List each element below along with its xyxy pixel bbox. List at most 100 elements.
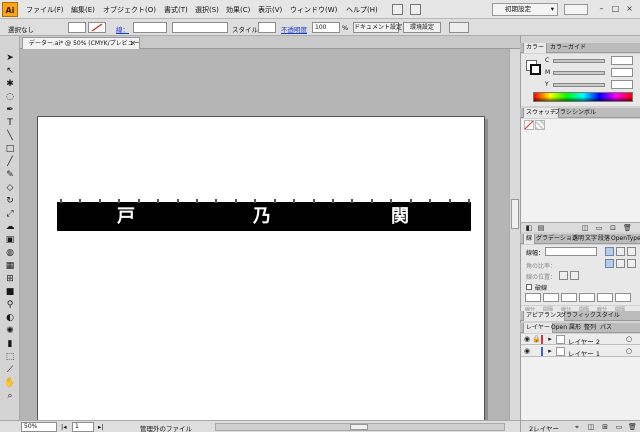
paintbrush-tool-icon[interactable]: ╱	[3, 156, 17, 168]
tab-symbols[interactable]: シンボル	[570, 108, 598, 118]
join-round-icon[interactable]	[616, 259, 625, 268]
perspective-tool-icon[interactable]: ▦	[3, 260, 17, 272]
gap-1[interactable]	[543, 293, 559, 302]
lock-icon[interactable]: 🔒	[532, 335, 541, 343]
bridge-icon[interactable]	[392, 4, 403, 15]
zoom-tool-icon[interactable]: ⌕	[3, 390, 17, 402]
first-artboard-icon[interactable]: |◂	[61, 423, 66, 431]
menu-object[interactable]: オブジェクト(O)	[103, 5, 156, 15]
direct-selection-tool-icon[interactable]: ↖	[3, 65, 17, 77]
menu-select[interactable]: 選択(S)	[195, 5, 219, 15]
tab-opentype[interactable]: OpenType	[609, 234, 640, 244]
align-inside-icon[interactable]	[570, 271, 579, 280]
type-tool-icon[interactable]: T	[3, 117, 17, 129]
tab-pathfinder[interactable]: パス	[598, 323, 614, 333]
dash-1[interactable]	[525, 293, 541, 302]
layer-name[interactable]: レイヤー 2	[568, 336, 600, 346]
target-icon[interactable]: ○	[625, 335, 633, 343]
artboard-number-input[interactable]: 1	[72, 422, 94, 432]
c-slider[interactable]	[553, 59, 605, 63]
delete-swatch-icon[interactable]: 🗑	[623, 224, 632, 232]
clipping-mask-icon[interactable]: ◫	[587, 423, 595, 431]
c-input[interactable]	[611, 56, 633, 65]
warp-tool-icon[interactable]: ☁	[3, 221, 17, 233]
menu-edit[interactable]: 編集(E)	[71, 5, 95, 15]
join-miter-icon[interactable]	[605, 259, 614, 268]
stroke-color-dropdown[interactable]	[88, 22, 106, 33]
menu-view[interactable]: 表示(V)	[258, 5, 282, 15]
symbol-sprayer-tool-icon[interactable]: ✺	[3, 325, 17, 337]
new-swatch-icon[interactable]: ⊡	[609, 224, 617, 232]
cap-square-icon[interactable]	[627, 247, 636, 256]
delete-layer-icon[interactable]: 🗑	[628, 423, 637, 431]
new-sublayer-icon[interactable]: ⊞	[601, 423, 609, 431]
swatch-none[interactable]	[524, 120, 534, 130]
new-layer-icon[interactable]: ▭	[615, 423, 623, 431]
lock-empty-icon[interactable]	[532, 347, 540, 355]
document-tab[interactable]: データー.ai* @ 50% (CMYK/プレビュー)	[22, 37, 140, 49]
stroke-weight-input[interactable]	[133, 22, 167, 33]
fill-color-dropdown[interactable]	[68, 22, 86, 33]
horizontal-scroll-thumb[interactable]	[350, 424, 368, 430]
arrange-icon[interactable]	[410, 4, 421, 15]
shape-builder-tool-icon[interactable]: ◍	[3, 247, 17, 259]
target-icon[interactable]: ○	[625, 347, 633, 355]
new-color-group-icon[interactable]: ▭	[595, 224, 603, 232]
tab-align[interactable]: 整列	[582, 323, 598, 333]
m-slider[interactable]	[553, 71, 605, 75]
maximize-icon[interactable]: □	[610, 4, 621, 15]
slice-tool-icon[interactable]: ⟋	[3, 364, 17, 376]
m-input[interactable]	[611, 68, 633, 77]
brush-dropdown[interactable]	[172, 22, 228, 33]
menu-file[interactable]: ファイル(F)	[26, 5, 64, 15]
arrange-documents-icon[interactable]	[449, 22, 469, 33]
search-icon[interactable]	[564, 4, 588, 15]
swatch-options-icon[interactable]: ◫	[581, 224, 589, 232]
eyedropper-tool-icon[interactable]: ⚲	[3, 299, 17, 311]
magic-wand-tool-icon[interactable]: ✱	[3, 78, 17, 90]
stroke-label[interactable]: 線：	[116, 24, 129, 34]
menu-window[interactable]: ウィンドウ(W)	[290, 5, 337, 15]
y-input[interactable]	[611, 80, 633, 89]
menu-effect[interactable]: 効果(C)	[226, 5, 250, 15]
expand-arrow-icon[interactable]: ▸	[546, 335, 554, 343]
eraser-tool-icon[interactable]: ◇	[3, 182, 17, 194]
expand-arrow-icon[interactable]: ▸	[546, 347, 554, 355]
menu-help[interactable]: ヘルプ(H)	[346, 5, 378, 15]
selection-tool-icon[interactable]: ➤	[3, 52, 17, 64]
graph-tool-icon[interactable]: ▮	[3, 338, 17, 350]
visibility-eye-icon[interactable]: ◉	[523, 335, 531, 343]
free-transform-tool-icon[interactable]: ▣	[3, 234, 17, 246]
dashed-checkbox[interactable]	[526, 284, 532, 290]
preferences-button[interactable]: 環境設定	[403, 22, 441, 33]
swatch-registration[interactable]	[535, 120, 545, 130]
pen-tool-icon[interactable]: ✒	[3, 104, 17, 116]
gradient-tool-icon[interactable]: ■	[3, 286, 17, 298]
stroke-weight-field[interactable]	[545, 247, 597, 256]
pencil-tool-icon[interactable]: ✎	[3, 169, 17, 181]
layer-row-2[interactable]: ◉ 🔒 ▸ レイヤー 2 ○	[521, 334, 640, 346]
blend-tool-icon[interactable]: ◐	[3, 312, 17, 324]
mesh-tool-icon[interactable]: ⊞	[3, 273, 17, 285]
layer-name[interactable]: レイヤー 1	[568, 348, 600, 358]
visibility-eye-icon[interactable]: ◉	[523, 347, 531, 355]
line-tool-icon[interactable]: ╲	[3, 130, 17, 142]
hand-tool-icon[interactable]: ✋	[3, 377, 17, 389]
vertical-scrollbar[interactable]	[509, 49, 520, 420]
minimize-icon[interactable]: –	[596, 4, 607, 15]
tab-graphic-styles[interactable]: グラフィックスタイル	[558, 311, 622, 321]
layer-row-1[interactable]: ◉ ▸ レイヤー 1 ○	[521, 346, 640, 358]
gap-2[interactable]	[579, 293, 595, 302]
tab-color[interactable]: カラー	[523, 43, 548, 53]
rotate-tool-icon[interactable]: ↻	[3, 195, 17, 207]
document-setup-button[interactable]: ドキュメント設定	[353, 22, 402, 33]
swatch-library-icon[interactable]: ◧	[525, 224, 533, 232]
dash-2[interactable]	[561, 293, 577, 302]
rectangle-tool-icon[interactable]: □	[3, 143, 17, 155]
y-slider[interactable]	[553, 83, 605, 87]
cap-round-icon[interactable]	[616, 247, 625, 256]
close-icon[interactable]: ×	[624, 4, 635, 15]
gap-3[interactable]	[615, 293, 631, 302]
show-swatch-kinds-icon[interactable]: ▤	[537, 224, 545, 232]
opacity-label[interactable]: 不透明度	[281, 24, 307, 34]
